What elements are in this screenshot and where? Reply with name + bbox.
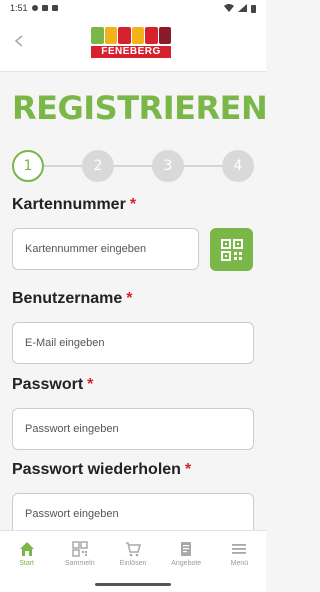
tab-label: Menü: [230, 559, 249, 567]
step-1: 1: [12, 150, 44, 182]
back-button[interactable]: [8, 30, 30, 52]
required-marker: *: [126, 290, 133, 307]
qr-icon: [72, 540, 88, 557]
tab-label: Sammeln: [65, 559, 95, 567]
qr-code-icon: [220, 238, 243, 261]
cart-icon: [126, 541, 141, 556]
shield-icon: [41, 5, 48, 11]
required-marker: *: [184, 461, 192, 478]
system-nav-bar: [0, 576, 266, 592]
username-input[interactable]: E-Mail eingeben: [12, 322, 254, 364]
username-label-text: Benutzername: [12, 290, 123, 307]
step-indicator: 1 2 3 4: [12, 150, 254, 182]
bottom-tab-bar: Start Sammeln Einlösen Angebote Menü: [0, 530, 266, 576]
feneberg-logo: FENEBERG: [91, 27, 171, 59]
status-time: 1:51: [10, 3, 28, 13]
battery-icon: [251, 4, 256, 13]
tab-label: Angebote: [171, 559, 202, 567]
tab-menue[interactable]: Menü: [213, 531, 266, 576]
password-label: Passwort *: [12, 376, 93, 394]
card-number-label-text: Kartennummer: [12, 196, 126, 213]
password-repeat-label-text: Passwort wiederholen: [12, 461, 181, 478]
password-placeholder: Passwort eingeben: [25, 423, 119, 435]
password-repeat-input[interactable]: Passwort eingeben: [12, 493, 254, 535]
step-connector: [114, 165, 152, 167]
logo-icons: [91, 27, 171, 44]
tab-angebote[interactable]: Angebote: [160, 531, 213, 576]
tab-einloesen[interactable]: Einlösen: [106, 531, 159, 576]
tab-label: Einlösen: [119, 559, 147, 567]
tab-start[interactable]: Start: [0, 531, 53, 576]
tab-label: Start: [19, 559, 34, 567]
required-marker: *: [129, 196, 137, 213]
wifi-icon: [224, 4, 234, 12]
home-icon: [19, 541, 34, 556]
page-title: REGISTRIEREN: [12, 89, 268, 127]
chevron-left-icon: [14, 35, 23, 47]
username-placeholder: E-Mail eingeben: [25, 337, 105, 349]
brochure-icon: [181, 541, 192, 556]
username-label: Benutzername *: [12, 290, 132, 308]
scan-qr-button[interactable]: [210, 228, 253, 271]
password-repeat-label: Passwort wiederholen *: [12, 461, 191, 479]
step-connector: [44, 165, 82, 167]
step-3: 3: [152, 150, 184, 182]
required-marker: *: [87, 376, 94, 393]
password-repeat-placeholder: Passwort eingeben: [25, 508, 119, 520]
card-number-input[interactable]: Kartennummer eingeben: [12, 228, 199, 270]
menu-icon: [232, 543, 247, 554]
step-connector: [184, 165, 222, 167]
notification-icon: [31, 5, 38, 11]
card-number-label: Kartennummer *: [12, 196, 136, 214]
tab-sammeln[interactable]: Sammeln: [53, 531, 106, 576]
signal-icon: [238, 4, 247, 12]
password-label-text: Passwort: [12, 376, 84, 393]
status-bar: 1:51: [0, 0, 266, 16]
home-gesture-pill[interactable]: [95, 583, 171, 586]
card-number-placeholder: Kartennummer eingeben: [25, 243, 147, 255]
logo-text: FENEBERG: [91, 46, 171, 58]
sim-icon: [51, 5, 58, 11]
app-header: FENEBERG: [0, 16, 266, 72]
step-4: 4: [222, 150, 254, 182]
step-2: 2: [82, 150, 114, 182]
password-input[interactable]: Passwort eingeben: [12, 408, 254, 450]
